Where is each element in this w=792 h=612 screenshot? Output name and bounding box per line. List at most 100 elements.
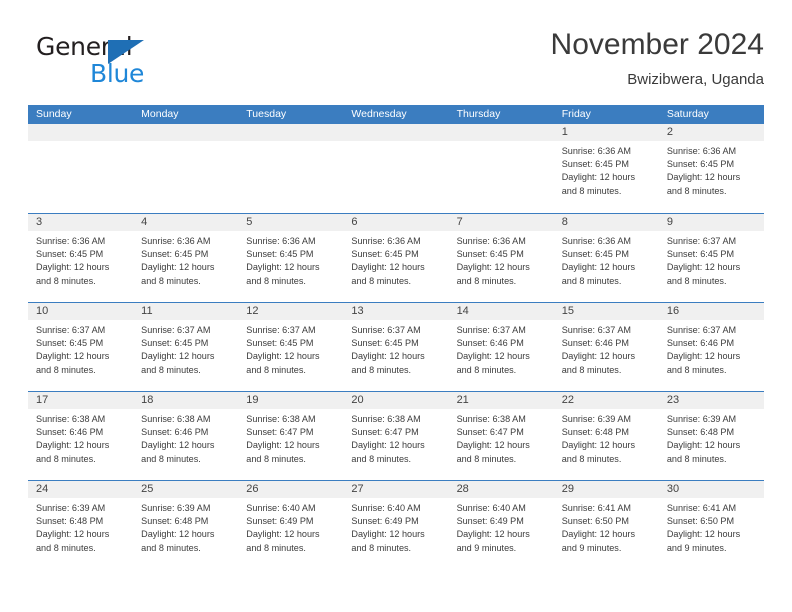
calendar-day-cell[interactable]: 14 Sunrise: 6:37 AM Sunset: 6:46 PM Dayligh… (448, 303, 554, 391)
daylight-text-line2: and 8 minutes. (561, 185, 622, 196)
sunset-text: Sunset: 6:49 PM (456, 516, 524, 527)
calendar-day-cell[interactable]: 10 Sunrise: 6:37 AM Sunset: 6:45 PM Dayligh… (28, 303, 134, 391)
daylight-text-line2: and 8 minutes. (141, 275, 201, 286)
sunset-text: Sunset: 6:47 PM (456, 427, 524, 438)
weekday-header-thursday: Thursday (456, 108, 501, 120)
sunrise-text: Sunrise: 6:37 AM (36, 325, 106, 335)
sunset-text: Sunset: 6:45 PM (141, 249, 209, 260)
calendar-day-cell[interactable]: 29 Sunrise: 6:41 AM Sunset: 6:50 PM Dayligh… (553, 481, 659, 569)
calendar-day-cell[interactable]: 16 Sunrise: 6:37 AM Sunset: 6:46 PM Dayligh… (658, 303, 764, 391)
calendar-day-cell[interactable]: 25 Sunrise: 6:39 AM Sunset: 6:48 PM Dayligh… (133, 481, 239, 569)
sunset-text: Sunset: 6:48 PM (666, 427, 735, 438)
daylight-text-line2: and 8 minutes. (456, 364, 517, 375)
daylight-text-line1: Daylight: 12 hours (351, 440, 425, 451)
daylight-text-line1: Daylight: 12 hours (36, 529, 110, 540)
calendar-day-cell[interactable]: 7 Sunrise: 6:36 AM Sunset: 6:45 PM Daylight… (448, 214, 554, 302)
calendar-day-cell[interactable]: 27 Sunrise: 6:40 AM Sunset: 6:49 PM Dayligh… (343, 481, 449, 569)
sunrise-text: Sunrise: 6:37 AM (456, 325, 526, 335)
sunrise-text: Sunrise: 6:36 AM (141, 236, 211, 246)
calendar-day-cell[interactable]: 26 Sunrise: 6:40 AM Sunset: 6:49 PM Dayligh… (238, 481, 344, 569)
day-sun-info: Sunrise: 6:36 AM Sunset: 6:45 PM Daylight:… (28, 231, 133, 288)
calendar-day-cell-empty (448, 124, 554, 213)
calendar-day-cell[interactable]: 4 Sunrise: 6:36 AM Sunset: 6:45 PM Daylight… (133, 214, 239, 302)
day-sun-info: Sunrise: 6:38 AM Sunset: 6:47 PM Daylight:… (343, 409, 448, 466)
daylight-text-line2: and 8 minutes. (351, 542, 412, 553)
daylight-text-line1: Daylight: 12 hours (456, 351, 530, 362)
day-sun-info: Sunrise: 6:36 AM Sunset: 6:45 PM Daylight:… (659, 141, 764, 198)
sunset-text: Sunset: 6:45 PM (351, 249, 419, 260)
sunrise-text: Sunrise: 6:39 AM (666, 414, 737, 424)
day-number: 7 (448, 214, 554, 231)
day-sun-info: Sunrise: 6:38 AM Sunset: 6:46 PM Daylight:… (28, 409, 133, 466)
sunset-text: Sunset: 6:49 PM (351, 516, 419, 527)
calendar-day-cell-empty (343, 124, 449, 213)
calendar-day-cell[interactable]: 1 Sunrise: 6:36 AM Sunset: 6:45 PM Daylight… (553, 124, 659, 213)
calendar-day-cell[interactable]: 2 Sunrise: 6:36 AM Sunset: 6:45 PM Daylight… (658, 124, 764, 213)
page-header: General Blue November 2024 Bwizibwera, U… (28, 28, 764, 96)
day-number: 13 (343, 303, 449, 320)
daylight-text-line2: and 8 minutes. (666, 275, 727, 286)
daylight-text-line1: Daylight: 12 hours (561, 262, 635, 273)
daylight-text-line1: Daylight: 12 hours (141, 440, 215, 451)
daylight-text-line1: Daylight: 12 hours (351, 262, 425, 273)
calendar-day-cell[interactable]: 6 Sunrise: 6:36 AM Sunset: 6:45 PM Daylight… (343, 214, 449, 302)
sunset-text: Sunset: 6:46 PM (36, 427, 104, 438)
calendar-day-cell-empty (28, 124, 134, 213)
sunrise-text: Sunrise: 6:36 AM (561, 236, 631, 246)
day-sun-info: Sunrise: 6:40 AM Sunset: 6:49 PM Daylight:… (343, 498, 448, 555)
daylight-text-line1: Daylight: 12 hours (246, 529, 320, 540)
calendar-day-cell-empty (133, 124, 239, 213)
general-blue-logo[interactable]: General Blue (28, 28, 268, 90)
calendar-day-cell[interactable]: 12 Sunrise: 6:37 AM Sunset: 6:45 PM Dayligh… (238, 303, 344, 391)
sunset-text: Sunset: 6:47 PM (351, 427, 419, 438)
weekday-header-monday: Monday (141, 108, 179, 120)
day-number: 6 (343, 214, 449, 231)
calendar-day-cell[interactable]: 13 Sunrise: 6:37 AM Sunset: 6:45 PM Dayligh… (343, 303, 449, 391)
calendar-day-cell[interactable]: 5 Sunrise: 6:36 AM Sunset: 6:45 PM Daylight… (238, 214, 344, 302)
daylight-text-line2: and 8 minutes. (141, 364, 201, 375)
day-sun-info: Sunrise: 6:37 AM Sunset: 6:46 PM Daylight:… (554, 320, 659, 377)
sunset-text: Sunset: 6:50 PM (561, 516, 629, 527)
sunset-text: Sunset: 6:48 PM (561, 427, 629, 438)
daylight-text-line1: Daylight: 12 hours (561, 351, 635, 362)
calendar-day-cell[interactable]: 11 Sunrise: 6:37 AM Sunset: 6:45 PM Dayligh… (133, 303, 239, 391)
daylight-text-line2: and 8 minutes. (36, 453, 96, 464)
calendar-day-cell[interactable]: 24 Sunrise: 6:39 AM Sunset: 6:48 PM Dayligh… (28, 481, 134, 569)
sunrise-text: Sunrise: 6:38 AM (246, 414, 316, 424)
sunrise-text: Sunrise: 6:37 AM (351, 325, 421, 335)
day-sun-info: Sunrise: 6:38 AM Sunset: 6:47 PM Daylight:… (449, 409, 554, 466)
day-sun-info: Sunrise: 6:36 AM Sunset: 6:45 PM Daylight:… (449, 231, 554, 288)
daylight-text-line2: and 8 minutes. (141, 453, 201, 464)
calendar-day-cell[interactable]: 8 Sunrise: 6:36 AM Sunset: 6:45 PM Daylight… (553, 214, 659, 302)
calendar-day-cell[interactable]: 21 Sunrise: 6:38 AM Sunset: 6:47 PM Dayligh… (448, 392, 554, 480)
day-sun-info: Sunrise: 6:36 AM Sunset: 6:45 PM Daylight:… (554, 141, 659, 198)
weekday-header-row: Sunday Monday Tuesday Wednesday Thursday… (28, 105, 764, 124)
calendar-day-cell[interactable]: 18 Sunrise: 6:38 AM Sunset: 6:46 PM Dayligh… (133, 392, 239, 480)
day-number: 14 (448, 303, 554, 320)
sunrise-text: Sunrise: 6:38 AM (351, 414, 421, 424)
daylight-text-line2: and 9 minutes. (561, 542, 622, 553)
daylight-text-line2: and 8 minutes. (246, 542, 306, 553)
day-number: 29 (553, 481, 659, 498)
daylight-text-line2: and 8 minutes. (141, 542, 201, 553)
calendar-day-cell[interactable]: 9 Sunrise: 6:37 AM Sunset: 6:45 PM Daylight… (658, 214, 764, 302)
sunrise-text: Sunrise: 6:39 AM (561, 414, 631, 424)
daylight-text-line2: and 8 minutes. (36, 364, 96, 375)
calendar-day-cell[interactable]: 22 Sunrise: 6:39 AM Sunset: 6:48 PM Dayligh… (553, 392, 659, 480)
calendar-day-cell[interactable]: 17 Sunrise: 6:38 AM Sunset: 6:46 PM Dayligh… (28, 392, 134, 480)
calendar-day-cell[interactable]: 19 Sunrise: 6:38 AM Sunset: 6:47 PM Dayligh… (238, 392, 344, 480)
calendar-day-cell[interactable]: 15 Sunrise: 6:37 AM Sunset: 6:46 PM Dayligh… (553, 303, 659, 391)
sunset-text: Sunset: 6:49 PM (246, 516, 314, 527)
day-number: 22 (553, 392, 659, 409)
calendar-day-cell[interactable]: 3 Sunrise: 6:36 AM Sunset: 6:45 PM Daylight… (28, 214, 134, 302)
calendar-day-cell[interactable]: 20 Sunrise: 6:38 AM Sunset: 6:47 PM Dayligh… (343, 392, 449, 480)
daylight-text-line1: Daylight: 12 hours (351, 351, 425, 362)
daylight-text-line2: and 8 minutes. (246, 453, 306, 464)
sunrise-text: Sunrise: 6:39 AM (36, 503, 106, 513)
calendar-day-cell[interactable]: 23 Sunrise: 6:39 AM Sunset: 6:48 PM Dayligh… (658, 392, 764, 480)
day-number: 10 (28, 303, 134, 320)
day-number (238, 124, 344, 141)
sunrise-text: Sunrise: 6:38 AM (456, 414, 526, 424)
calendar-day-cell[interactable]: 30 Sunrise: 6:41 AM Sunset: 6:50 PM Dayligh… (658, 481, 764, 569)
calendar-day-cell[interactable]: 28 Sunrise: 6:40 AM Sunset: 6:49 PM Dayligh… (448, 481, 554, 569)
